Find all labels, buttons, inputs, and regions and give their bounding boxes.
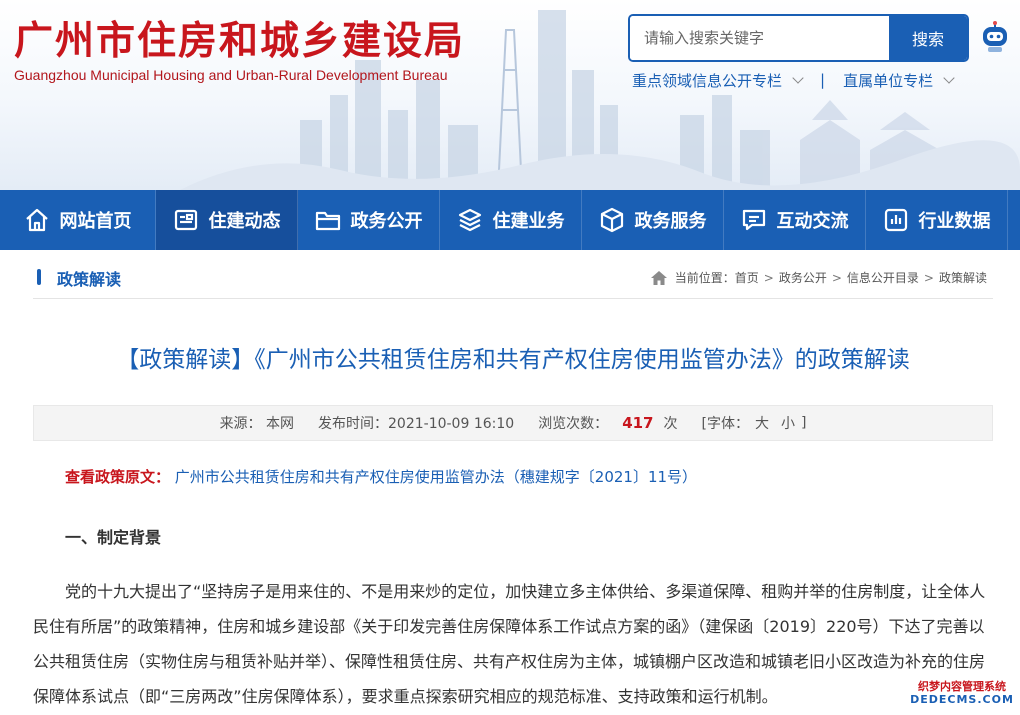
quick-link-key-info[interactable]: 重点领域信息公开专栏 xyxy=(632,70,804,91)
layers-icon xyxy=(458,208,481,232)
robot-assistant-icon[interactable] xyxy=(978,20,1012,54)
breadcrumb-separator: > xyxy=(831,270,842,285)
views-count: 417 xyxy=(622,414,654,432)
search-input[interactable] xyxy=(630,16,891,60)
main-nav: 网站首页 住建动态 政务公开 住建业务 政务服务 互动交流 行业数据 xyxy=(0,190,1020,250)
nav-item-home[interactable]: 网站首页 xyxy=(0,190,156,250)
nav-item-interaction[interactable]: 互动交流 xyxy=(724,190,866,250)
quick-link-subsidiary[interactable]: 直属单位专栏 xyxy=(843,70,955,91)
article-meta-bar: 来源： 本网 发布时间：2021-10-09 16:10 浏览次数： 417 次… xyxy=(33,405,993,441)
font-size-label: [字体： xyxy=(701,416,749,432)
section-title: 政策解读 xyxy=(57,270,122,289)
breadcrumb-info-catalog[interactable]: 信息公开目录 xyxy=(847,269,919,286)
section-heading: 一、制定背景 xyxy=(65,528,162,547)
folder-icon xyxy=(315,211,340,231)
font-large-button[interactable]: 大 xyxy=(755,413,769,433)
news-icon xyxy=(174,209,197,231)
quick-link-label: 直属单位专栏 xyxy=(843,71,934,90)
watermark-line: 织梦内容管理系统 xyxy=(918,680,1006,693)
site-title: 广州市住房和城乡建设局 xyxy=(14,18,466,64)
article-publish-time: 发布时间：2021-10-09 16:10 xyxy=(318,416,515,432)
chevron-down-icon xyxy=(943,72,955,84)
breadcrumb: 当前位置： 首页 > 政务公开 > 信息公开目录 > 政策解读 xyxy=(650,269,987,286)
quick-link-separator: | xyxy=(820,71,826,89)
home-icon xyxy=(650,270,667,285)
nav-item-news[interactable]: 住建动态 xyxy=(156,190,298,250)
quick-link-label: 重点领域信息公开专栏 xyxy=(632,71,783,90)
font-size-close: ] xyxy=(800,415,807,431)
breadcrumb-gov-affairs[interactable]: 政务公开 xyxy=(779,269,827,286)
nav-item-label: 行业数据 xyxy=(918,211,991,232)
breadcrumb-separator: > xyxy=(923,270,934,285)
nav-item-industry-data[interactable]: 行业数据 xyxy=(866,190,1008,250)
chart-icon xyxy=(884,208,907,232)
site-header: 广州市住房和城乡建设局 Guangzhou Municipal Housing … xyxy=(0,0,1020,190)
nav-item-label: 住建动态 xyxy=(208,211,281,232)
nav-item-label: 互动交流 xyxy=(776,211,849,232)
views-unit: 次 xyxy=(663,416,678,432)
breadcrumb-separator: > xyxy=(763,270,774,285)
policy-source-line: 查看政策原文： 广州市公共租赁住房和共有产权住房使用监管办法（穗建规字〔2021… xyxy=(65,466,697,487)
font-small-button[interactable]: 小 xyxy=(781,413,795,433)
section-marker xyxy=(37,269,41,285)
search-button[interactable]: 搜索 xyxy=(889,16,967,60)
chevron-down-icon xyxy=(792,72,804,84)
policy-source-link[interactable]: 广州市公共租赁住房和共有产权住房使用监管办法（穗建规字〔2021〕11号） xyxy=(175,468,697,486)
nav-item-services[interactable]: 政务服务 xyxy=(582,190,724,250)
nav-item-gov-affairs[interactable]: 政务公开 xyxy=(298,190,440,250)
chat-icon xyxy=(742,209,765,231)
breadcrumb-policy-interpretation[interactable]: 政策解读 xyxy=(939,269,987,286)
site-subtitle: Guangzhou Municipal Housing and Urban-Ru… xyxy=(14,67,448,83)
cms-watermark: 织梦内容管理系统 DEDECMS.COM xyxy=(908,680,1016,710)
breadcrumb-prefix: 当前位置： xyxy=(674,271,735,285)
search-box: 搜索 xyxy=(628,14,969,62)
article-paragraph: 党的十九大提出了“坚持房子是用来住的、不是用来炒的定位，加快建立多主体供给、多渠… xyxy=(33,582,986,706)
article-title: 【政策解读】《广州市公共租赁住房和共有产权住房使用监管办法》的政策解读 xyxy=(116,347,910,373)
home-icon xyxy=(25,208,48,232)
article-source: 来源： 本网 xyxy=(219,416,295,432)
nav-item-construction[interactable]: 住建业务 xyxy=(440,190,582,250)
views-label: 浏览次数： xyxy=(538,416,609,432)
nav-item-label: 住建业务 xyxy=(492,211,565,232)
breadcrumb-home[interactable]: 首页 xyxy=(735,269,759,286)
quick-links: 重点领域信息公开专栏 | 直属单位专栏 xyxy=(632,68,955,92)
section-bar: 政策解读 当前位置： 首页 > 政务公开 > 信息公开目录 > 政策解读 xyxy=(33,255,993,299)
nav-item-label: 政务公开 xyxy=(350,211,423,232)
watermark-line: DEDECMS.COM xyxy=(910,693,1014,706)
nav-item-label: 政务服务 xyxy=(634,211,707,232)
cube-icon xyxy=(600,207,623,233)
nav-item-label: 网站首页 xyxy=(59,211,132,232)
policy-source-label: 查看政策原文： xyxy=(65,468,171,486)
